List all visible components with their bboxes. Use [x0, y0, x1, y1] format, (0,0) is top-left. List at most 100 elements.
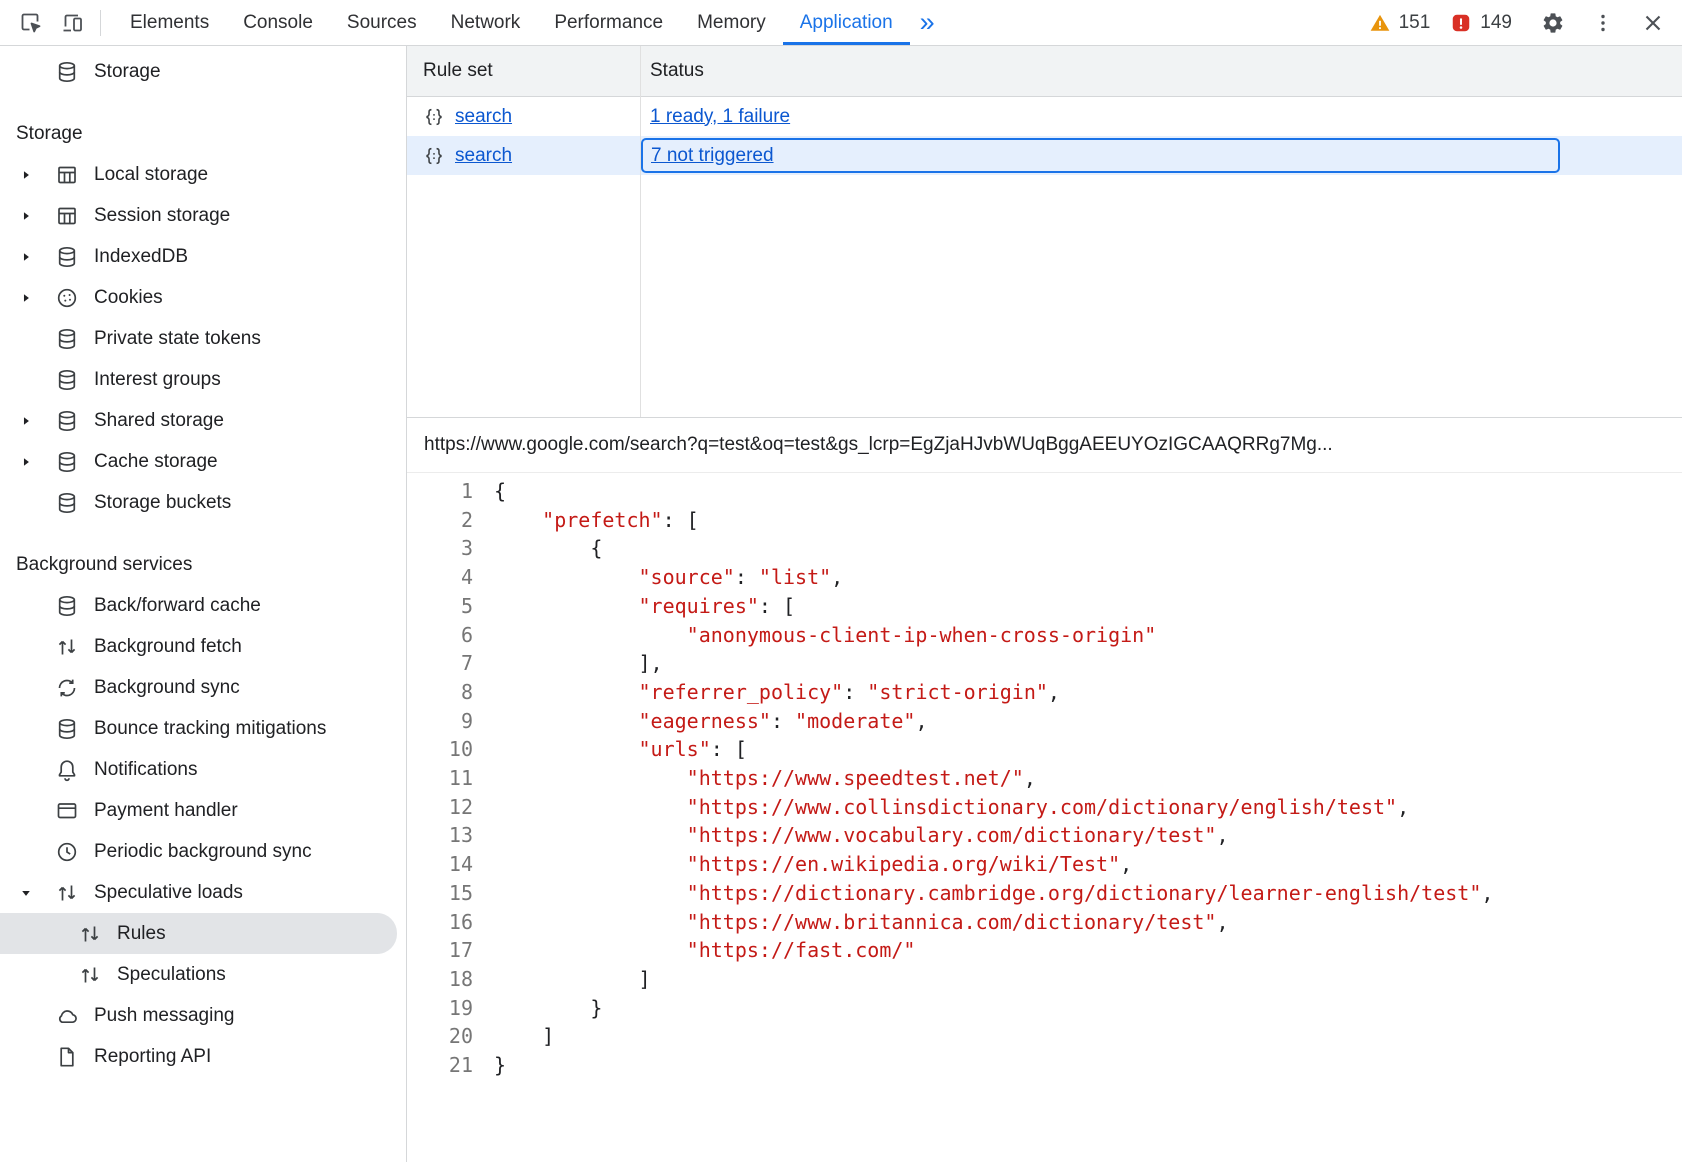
code-line: 19 }: [407, 994, 1682, 1023]
chevron-right-icon[interactable]: [19, 414, 33, 428]
updown-arrows-icon: [78, 922, 102, 946]
code-line: 10 "urls": [: [407, 735, 1682, 764]
code-text: }: [473, 994, 602, 1023]
tab-performance[interactable]: Performance: [537, 0, 680, 45]
sidebar-item-label: Notifications: [94, 759, 198, 781]
sidebar-item-label: Private state tokens: [94, 328, 261, 350]
sidebar-item-label: Storage buckets: [94, 492, 231, 514]
json-code-viewer[interactable]: 1{2 "prefetch": [3 {4 "source": "list",5…: [407, 473, 1682, 1162]
warning-icon: [1369, 12, 1391, 34]
tab-memory[interactable]: Memory: [680, 0, 783, 45]
sidebar-item-session-storage[interactable]: Session storage: [0, 195, 406, 236]
more-tabs-button[interactable]: »: [910, 9, 945, 36]
bell-icon: [55, 758, 79, 782]
code-line: 11 "https://www.speedtest.net/",: [407, 764, 1682, 793]
line-number: 4: [407, 563, 473, 592]
tab-application[interactable]: Application: [783, 0, 910, 45]
sidebar-item-bounce-tracking-mitigations[interactable]: Bounce tracking mitigations: [0, 708, 406, 749]
sidebar-item-storage[interactable]: Storage: [0, 51, 406, 92]
code-text: "https://dictionary.cambridge.org/dictio…: [473, 879, 1493, 908]
chevron-right-icon[interactable]: [19, 291, 33, 305]
column-header-status[interactable]: Status: [640, 60, 1682, 82]
sidebar-item-label: Reporting API: [94, 1046, 211, 1068]
sidebar-item-interest-groups[interactable]: Interest groups: [0, 359, 406, 400]
rule-set-link[interactable]: search: [455, 106, 512, 128]
tab-sources[interactable]: Sources: [330, 0, 434, 45]
sidebar-item-indexeddb[interactable]: IndexedDB: [0, 236, 406, 277]
updown-arrows-icon: [55, 635, 79, 659]
warnings-counter[interactable]: 151: [1369, 12, 1431, 34]
sidebar-item-background-fetch[interactable]: Background fetch: [0, 626, 406, 667]
table-row[interactable]: search 1 ready, 1 failure: [407, 97, 1682, 136]
inspect-icon: [19, 11, 43, 35]
code-line: 13 "https://www.vocabulary.com/dictionar…: [407, 821, 1682, 850]
code-line: 21}: [407, 1051, 1682, 1080]
close-devtools-button[interactable]: [1632, 5, 1674, 41]
chevron-right-icon[interactable]: [19, 250, 33, 264]
status-cell[interactable]: 1 ready, 1 failure: [640, 97, 1682, 136]
errors-counter[interactable]: 149: [1450, 12, 1512, 34]
device-toolbar-button[interactable]: [52, 5, 94, 41]
line-number: 10: [407, 735, 473, 764]
line-number: 5: [407, 592, 473, 621]
tab-elements[interactable]: Elements: [113, 0, 226, 45]
chevron-right-icon[interactable]: [19, 168, 33, 182]
updown-arrows-icon: [55, 881, 79, 905]
sidebar-item-shared-storage[interactable]: Shared storage: [0, 400, 406, 441]
sidebar-item-payment-handler[interactable]: Payment handler: [0, 790, 406, 831]
sidebar-item-speculative-loads[interactable]: Speculative loads: [0, 872, 406, 913]
code-line: 17 "https://fast.com/": [407, 936, 1682, 965]
kebab-menu-icon: [1591, 11, 1615, 35]
sidebar-item-local-storage[interactable]: Local storage: [0, 154, 406, 195]
chevron-down-icon[interactable]: [19, 886, 33, 900]
code-text: {: [473, 534, 602, 563]
code-text: "referrer_policy": "strict-origin",: [473, 678, 1060, 707]
code-line: 12 "https://www.collinsdictionary.com/di…: [407, 793, 1682, 822]
settings-button[interactable]: [1532, 5, 1574, 41]
sidebar-item-private-state-tokens[interactable]: Private state tokens: [0, 318, 406, 359]
rule-set-cell: search: [407, 97, 640, 136]
rule-set-link[interactable]: search: [455, 145, 512, 167]
line-number: 11: [407, 764, 473, 793]
sidebar-item-cookies[interactable]: Cookies: [0, 277, 406, 318]
code-line: 5 "requires": [: [407, 592, 1682, 621]
sidebar-item-label: Cookies: [94, 287, 163, 309]
status-link[interactable]: 7 not triggered: [651, 145, 774, 167]
sync-icon: [55, 676, 79, 700]
sidebar-item-speculations[interactable]: Speculations: [0, 954, 406, 995]
sidebar-item-push-messaging[interactable]: Push messaging: [0, 995, 406, 1036]
line-number: 21: [407, 1051, 473, 1080]
code-line: 3 {: [407, 534, 1682, 563]
code-text: "https://www.britannica.com/dictionary/t…: [473, 908, 1229, 937]
status-link[interactable]: 1 ready, 1 failure: [650, 106, 790, 128]
sidebar-item-rules[interactable]: Rules: [0, 913, 397, 954]
sidebar-item-cache-storage[interactable]: Cache storage: [0, 441, 406, 482]
line-number: 16: [407, 908, 473, 937]
line-number: 18: [407, 965, 473, 994]
tab-console[interactable]: Console: [226, 0, 330, 45]
inspect-element-button[interactable]: [10, 5, 52, 41]
sidebar-item-label: Speculative loads: [94, 882, 243, 904]
code-text: "https://www.vocabulary.com/dictionary/t…: [473, 821, 1229, 850]
table-row[interactable]: search 7 not triggered: [407, 136, 1682, 175]
sidebar-item-background-sync[interactable]: Background sync: [0, 667, 406, 708]
tab-network[interactable]: Network: [434, 0, 538, 45]
sidebar-item-storage-buckets[interactable]: Storage buckets: [0, 482, 406, 523]
chevron-right-icon[interactable]: [19, 209, 33, 223]
sidebar-item-label: IndexedDB: [94, 246, 188, 268]
sidebar-item-back-forward-cache[interactable]: Back/forward cache: [0, 585, 406, 626]
sidebar-item-notifications[interactable]: Notifications: [0, 749, 406, 790]
menu-button[interactable]: [1582, 5, 1624, 41]
sidebar-item-label: Storage: [94, 61, 161, 83]
column-header-rule-set[interactable]: Rule set: [407, 60, 640, 82]
sidebar-item-periodic-background-sync[interactable]: Periodic background sync: [0, 831, 406, 872]
chevron-right-icon[interactable]: [19, 455, 33, 469]
sidebar-item-label: Local storage: [94, 164, 208, 186]
database-icon: [55, 60, 79, 84]
sidebar-item-reporting-api[interactable]: Reporting API: [0, 1036, 406, 1077]
status-cell[interactable]: 7 not triggered: [641, 138, 1560, 173]
toolbar-right-controls: 151 149: [1369, 5, 1682, 41]
line-number: 1: [407, 477, 473, 506]
sidebar-item-label: Shared storage: [94, 410, 224, 432]
device-toolbar-icon: [61, 11, 85, 35]
